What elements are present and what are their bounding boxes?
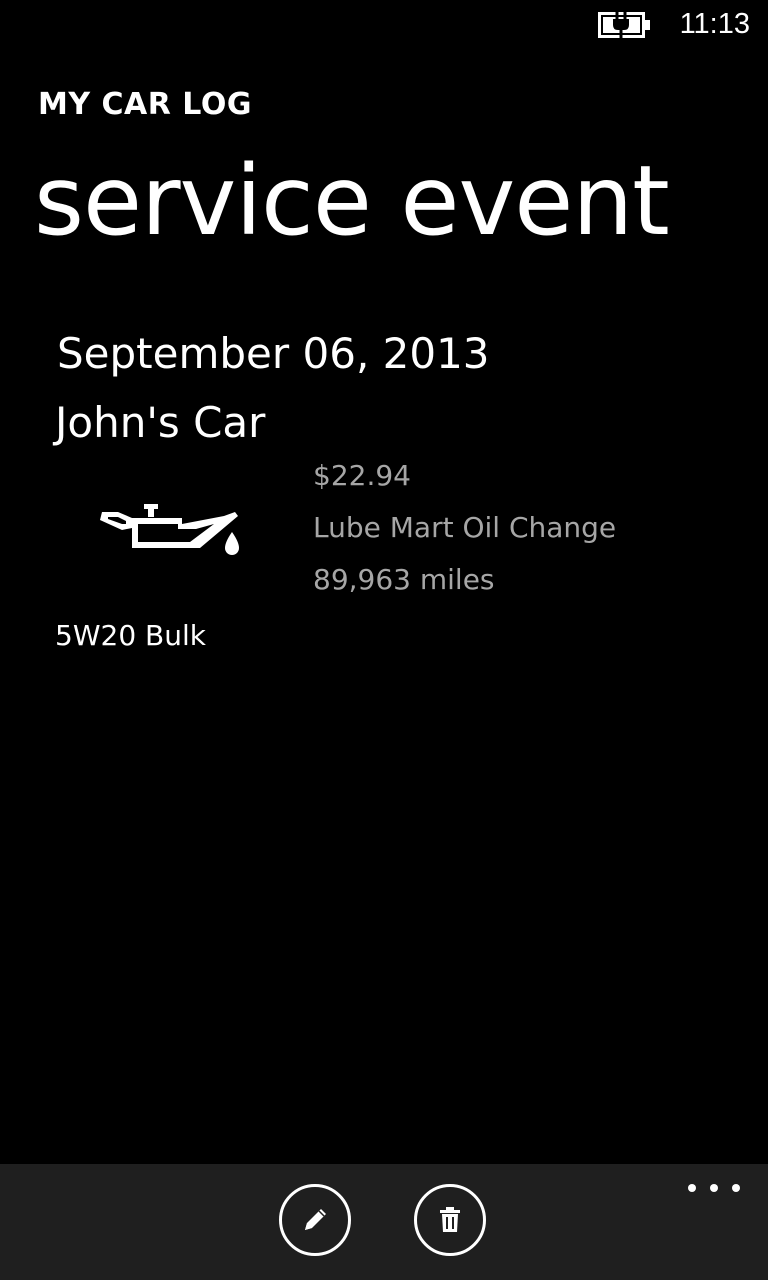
app-title: MY CAR LOG	[38, 87, 252, 122]
trash-icon	[440, 1207, 460, 1232]
more-options-button[interactable]	[688, 1178, 740, 1198]
app-bar	[0, 1164, 768, 1280]
ellipsis-dot	[710, 1184, 718, 1192]
delete-button[interactable]	[414, 1184, 486, 1256]
event-date: September 06, 2013	[57, 329, 490, 378]
battery-charging-icon	[598, 12, 650, 38]
service-odometer: 89,963 miles	[313, 563, 495, 596]
service-description: Lube Mart Oil Change	[313, 511, 617, 544]
status-bar: 11:13	[0, 0, 768, 50]
oil-can-icon	[100, 504, 239, 555]
service-notes: 5W20 Bulk	[55, 619, 206, 652]
edit-button[interactable]	[279, 1184, 351, 1256]
page-title: service event	[34, 145, 670, 257]
event-car-name: John's Car	[55, 398, 266, 447]
status-time: 11:13	[679, 8, 750, 40]
service-cost: $22.94	[313, 459, 411, 492]
ellipsis-dot	[732, 1184, 740, 1192]
ellipsis-icon	[688, 1184, 696, 1192]
pencil-icon	[305, 1209, 326, 1230]
